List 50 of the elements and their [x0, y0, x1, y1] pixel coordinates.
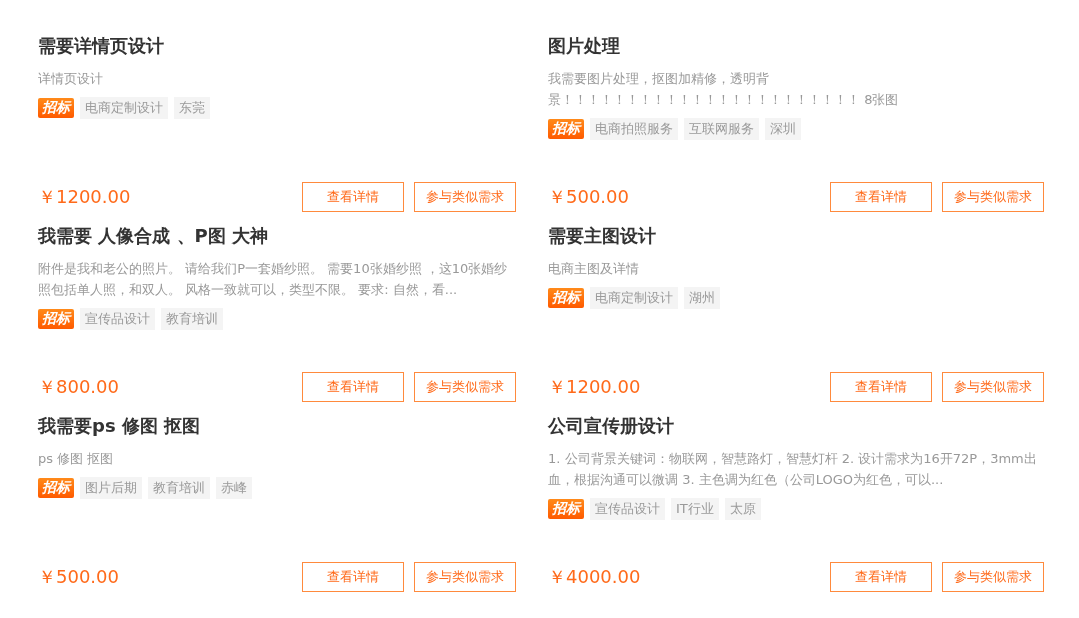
- tag: 宣传品设计: [590, 498, 665, 520]
- action-button[interactable]: 查看详情: [302, 562, 404, 592]
- tag: 电商定制设计: [80, 97, 168, 119]
- card-description: 我需要图片处理，抠图加精修，透明背景！！！！！！！！！！！！！！！！！！！！！！！ 8张图: [548, 70, 900, 109]
- bid-badge: 招标: [38, 98, 74, 118]
- bid-badge: 招标: [38, 478, 74, 498]
- tag: 电商定制设计: [590, 287, 678, 309]
- bid-badge: 招标: [38, 309, 74, 329]
- action-button[interactable]: 参与类似需求: [942, 182, 1044, 212]
- bid-badge: 招标: [548, 288, 584, 308]
- tag: 宣传品设计: [80, 308, 155, 330]
- action-button[interactable]: 查看详情: [830, 562, 932, 592]
- price: ￥500.00: [38, 565, 119, 589]
- tag: 深圳: [765, 118, 801, 140]
- tag: 互联网服务: [684, 118, 759, 140]
- action-button[interactable]: 查看详情: [830, 372, 932, 402]
- tag: 东莞: [174, 97, 210, 119]
- tag: 图片后期: [80, 477, 142, 499]
- card-description: 1. 公司背景关键词：物联网，智慧路灯，智慧灯杆 2. 设计需求为16开72P，3mm出血，根据沟通可以微调 3. 主色调为红色（公司LOGO为红色，可以...: [548, 450, 1038, 489]
- action-button[interactable]: 参与类似需求: [414, 562, 516, 592]
- tag: IT行业: [671, 498, 719, 520]
- action-button[interactable]: 查看详情: [302, 182, 404, 212]
- price: ￥500.00: [548, 185, 629, 209]
- action-button[interactable]: 参与类似需求: [414, 372, 516, 402]
- price: ￥4000.00: [548, 565, 641, 589]
- card-description: ps 修图 抠图: [38, 450, 115, 468]
- bid-badge: 招标: [548, 499, 584, 519]
- card-title[interactable]: 公司宣传册设计: [548, 414, 1044, 438]
- card-title[interactable]: 图片处理: [548, 34, 1044, 58]
- tag: 教育培训: [161, 308, 223, 330]
- action-button[interactable]: 参与类似需求: [942, 372, 1044, 402]
- card-title[interactable]: 需要详情页设计: [38, 34, 516, 58]
- tag: 湖州: [684, 287, 720, 309]
- action-button[interactable]: 查看详情: [302, 372, 404, 402]
- action-button[interactable]: 参与类似需求: [414, 182, 516, 212]
- tag: 太原: [724, 498, 761, 520]
- action-button[interactable]: 查看详情: [830, 182, 932, 212]
- card-title[interactable]: 我需要 人像合成 、P图 大神: [38, 224, 516, 248]
- card-title[interactable]: 我需要ps 修图 抠图: [38, 414, 516, 438]
- tag: 电商拍照服务: [590, 118, 678, 140]
- card-title[interactable]: 需要主图设计: [548, 224, 1044, 248]
- tag: 赤峰: [216, 477, 252, 499]
- tag: 教育培训: [148, 477, 210, 499]
- action-button[interactable]: 参与类似需求: [942, 562, 1044, 592]
- bid-badge: 招标: [548, 119, 584, 139]
- price: ￥1200.00: [548, 375, 641, 399]
- card-description: 电商主图及详情: [548, 260, 640, 278]
- price: ￥800.00: [38, 375, 119, 399]
- price: ￥1200.00: [38, 185, 131, 209]
- card-description: 详情页设计: [38, 70, 104, 88]
